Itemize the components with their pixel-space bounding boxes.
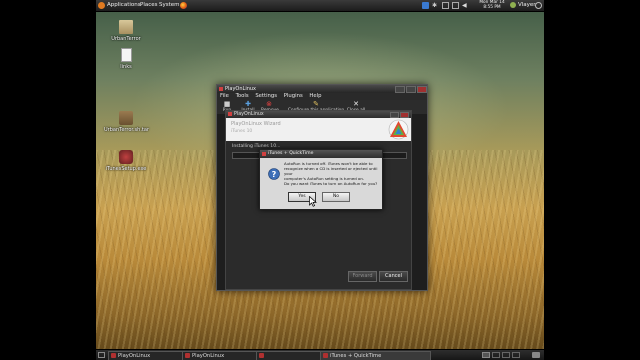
no-button[interactable]: No xyxy=(322,192,350,202)
taskbar-item-empty[interactable] xyxy=(256,351,327,360)
archive-icon xyxy=(119,111,133,125)
hp-tray-icon[interactable] xyxy=(422,2,429,9)
workspace-switcher-2[interactable] xyxy=(492,352,500,358)
text-file-icon xyxy=(120,48,132,62)
desktop-icon-urbanterror-archive[interactable]: UrbanTerror.sh.tar xyxy=(104,111,150,133)
menu-applications[interactable]: Applications xyxy=(107,0,141,11)
wizard-app-icon xyxy=(228,112,232,116)
wizard-header-subtitle: iTunes 10 xyxy=(231,129,253,134)
desktop-icon-label: links xyxy=(120,64,132,70)
svg-text:?: ? xyxy=(272,170,277,179)
configure-icon: ✎ xyxy=(313,100,319,108)
power-icon[interactable] xyxy=(535,2,542,9)
dialog-title: iTunes + QuickTime xyxy=(268,151,314,156)
cancel-button[interactable]: Cancel xyxy=(379,271,408,282)
desktop-icon-label: UrbanTerror.sh.tar xyxy=(104,127,150,133)
mail-icon[interactable] xyxy=(452,2,459,9)
taskbar-item-playonlinux-1[interactable]: PlayOnLinux xyxy=(108,351,189,360)
menu-places[interactable]: Places xyxy=(140,0,158,11)
dialog-message: AutoRun is turned off. iTunes won't be a… xyxy=(284,161,378,186)
menu-help[interactable]: Help xyxy=(309,93,321,99)
exe-installer-icon xyxy=(119,150,133,164)
close-all-icon: ✕ xyxy=(353,100,359,108)
taskbar-item-playonlinux-2[interactable]: PlayOnLinux xyxy=(182,351,263,360)
top-panel: Applications Places System ✱ ◀ Mon Mar 1… xyxy=(96,0,544,12)
minimize-button[interactable] xyxy=(395,86,405,93)
user-name[interactable]: Vlayer xyxy=(518,0,536,11)
question-icon: ? xyxy=(268,168,280,180)
playonlinux-icon xyxy=(259,353,264,358)
taskbar-item-label: PlayOnLinux xyxy=(192,353,225,359)
workspace-switcher-4[interactable] xyxy=(512,352,520,358)
run-icon: ■ xyxy=(223,100,231,108)
menu-plugins[interactable]: Plugins xyxy=(284,93,303,99)
show-desktop-icon[interactable] xyxy=(98,352,105,358)
bluetooth-icon[interactable]: ✱ xyxy=(432,2,439,9)
remove-icon: ⊗ xyxy=(266,100,272,108)
firefox-launcher-icon[interactable] xyxy=(180,2,187,9)
playonlinux-icon xyxy=(185,353,190,358)
main-window-titlebar[interactable]: PlayOnLinux xyxy=(217,85,427,93)
menu-settings[interactable]: Settings xyxy=(255,93,277,99)
desktop-icon-links[interactable]: links xyxy=(104,48,148,70)
workspace-switcher-1[interactable] xyxy=(482,352,490,358)
main-window-title: PlayOnLinux xyxy=(225,86,257,92)
wizard-header-title: PlayOnLinux Wizard xyxy=(231,121,281,127)
wizard-titlebar[interactable]: PlayOnLinux xyxy=(226,111,411,118)
desktop-icon-label: UrbanTerror xyxy=(111,36,141,42)
clock[interactable]: Mon Mar 14 8:55 PM xyxy=(476,0,508,10)
main-menubar: File Tools Settings Plugins Help xyxy=(217,93,427,100)
menu-system[interactable]: System xyxy=(159,0,180,11)
menu-tools[interactable]: Tools xyxy=(236,93,249,99)
taskbar-item-label: PlayOnLinux xyxy=(118,353,151,359)
folder-icon xyxy=(119,20,133,34)
network-icon[interactable] xyxy=(442,2,449,9)
desktop-icon-urbanterror[interactable]: UrbanTerror xyxy=(104,20,148,42)
close-button[interactable] xyxy=(417,86,427,93)
wizard-header: PlayOnLinux Wizard iTunes 10 xyxy=(226,118,411,141)
menu-file[interactable]: File xyxy=(220,93,229,99)
playonlinux-icon xyxy=(111,353,116,358)
wizard-window-title: PlayOnLinux xyxy=(234,112,264,117)
app-icon xyxy=(219,87,223,91)
maximize-button[interactable] xyxy=(406,86,416,93)
volume-icon[interactable]: ◀ xyxy=(462,2,469,9)
taskbar-item-itunes-quicktime[interactable]: iTunes + QuickTime xyxy=(320,351,431,360)
mouse-cursor-icon xyxy=(309,196,317,207)
playonlinux-icon xyxy=(323,353,328,358)
install-icon: ✚ xyxy=(245,100,251,108)
dialog-app-icon xyxy=(262,152,266,156)
autorun-dialog: iTunes + QuickTime ? AutoRun is turned o… xyxy=(259,149,383,210)
desktop-icon-itunessetup[interactable]: iTunesSetup.exe xyxy=(104,150,148,172)
bottom-panel: PlayOnLinux PlayOnLinux iTunes + QuickTi… xyxy=(96,349,544,360)
workspace-switcher-3[interactable] xyxy=(502,352,510,358)
playonlinux-logo-icon xyxy=(388,119,409,140)
dialog-titlebar[interactable]: iTunes + QuickTime xyxy=(260,150,382,158)
taskbar-item-label: iTunes + QuickTime xyxy=(330,353,382,359)
trash-icon[interactable] xyxy=(532,352,540,358)
forward-button[interactable]: Forward xyxy=(348,271,377,282)
user-status-icon xyxy=(510,2,516,8)
ubuntu-logo-icon[interactable] xyxy=(98,2,105,9)
desktop-icon-label: iTunesSetup.exe xyxy=(105,166,147,172)
